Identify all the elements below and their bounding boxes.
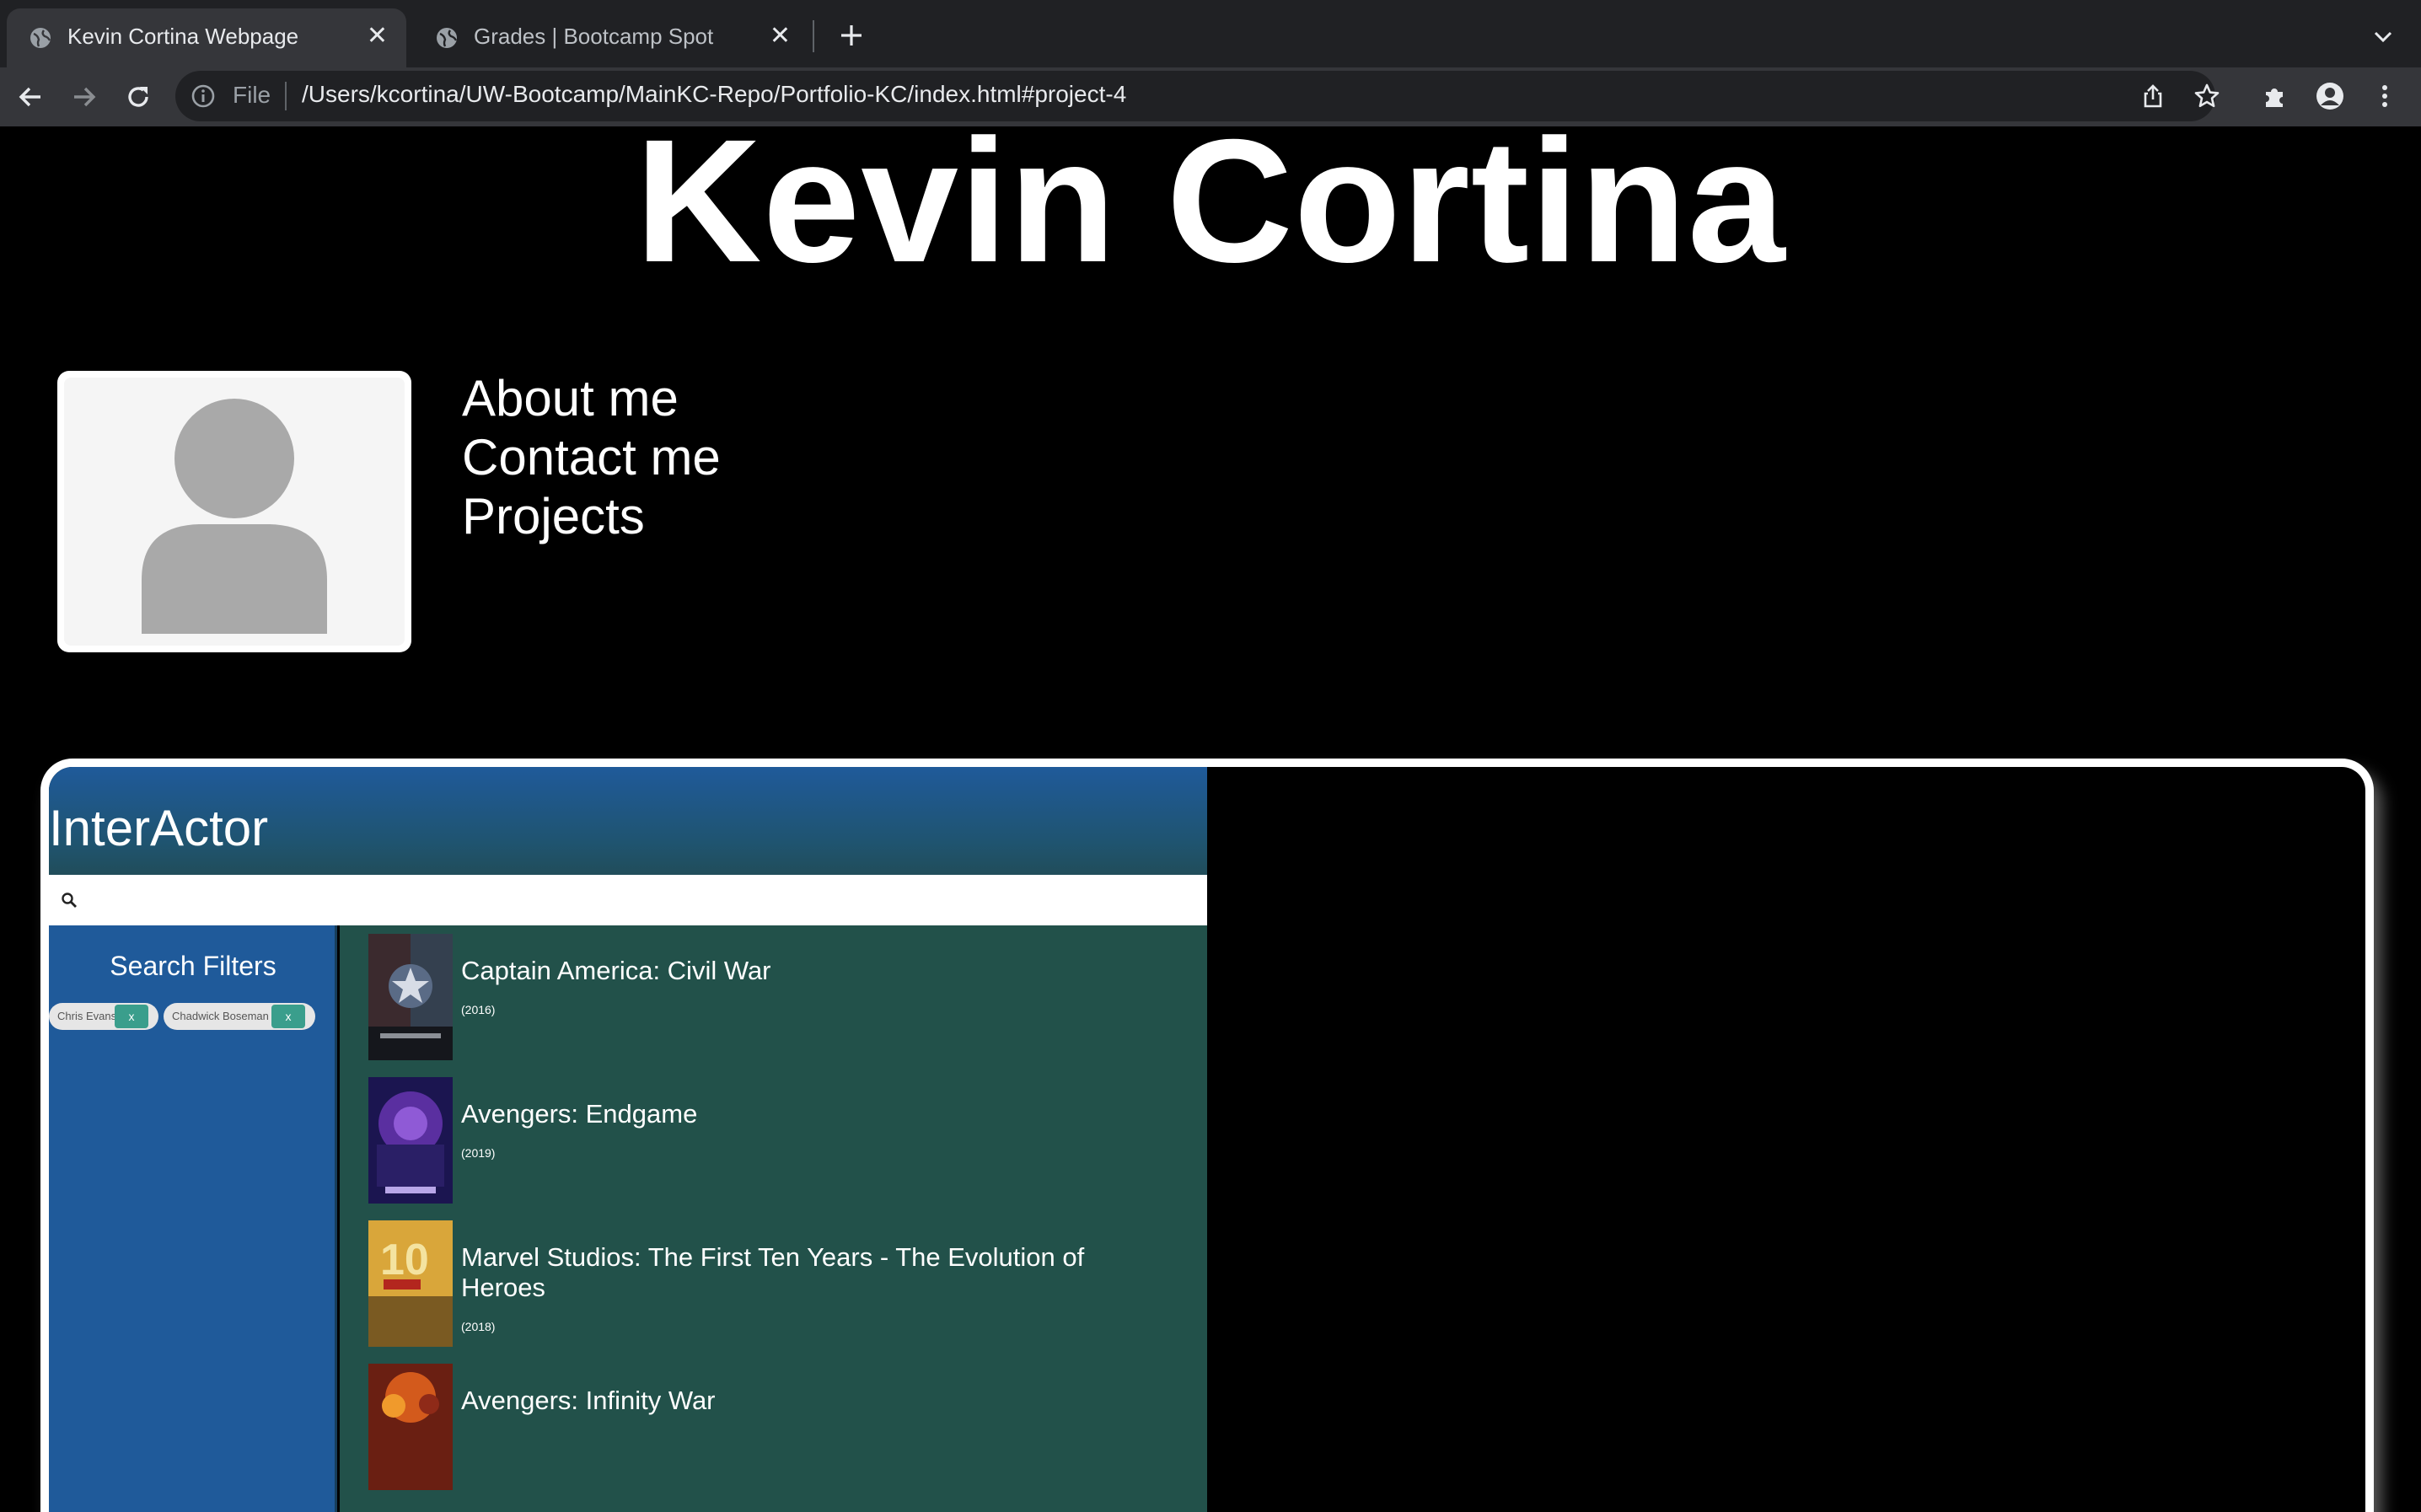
- tab-bar: Kevin Cortina Webpage ✕ Grades | Bootcam…: [0, 0, 2421, 67]
- page-title: Kevin Cortina: [635, 126, 1786, 299]
- tab-grades[interactable]: Grades | Bootcamp Spot ✕: [413, 8, 809, 67]
- app-header: InterActor: [49, 767, 1207, 875]
- url-text[interactable]: /Users/kcortina/UW-Bootcamp/MainKC-Repo/…: [302, 81, 1126, 108]
- result-year: (2019): [461, 1146, 496, 1160]
- star-icon[interactable]: [2193, 83, 2220, 110]
- project-card[interactable]: InterActor Search Filters Chris Evans x: [40, 759, 2374, 1512]
- filters-sidebar: Search Filters Chris Evans x Chadwick Bo…: [49, 925, 337, 1512]
- app-title: InterActor: [49, 800, 269, 856]
- nav-about-me[interactable]: About me: [462, 369, 721, 428]
- chip-label: Chadwick Boseman: [172, 1010, 269, 1022]
- close-icon[interactable]: ✕: [367, 24, 388, 49]
- svg-text:10: 10: [380, 1236, 429, 1284]
- tab-title: Kevin Cortina Webpage: [67, 24, 299, 49]
- tab-separator: [813, 20, 814, 52]
- back-icon[interactable]: [15, 82, 46, 112]
- page-viewport: Kevin Cortina About me Contact me Projec…: [0, 126, 2421, 1512]
- globe-icon: [437, 28, 458, 48]
- nav-contact-me[interactable]: Contact me: [462, 428, 721, 487]
- result-title: Captain America: Civil War: [461, 956, 771, 985]
- tab-kevin-cortina[interactable]: Kevin Cortina Webpage ✕: [7, 8, 406, 67]
- menu-icon[interactable]: [2370, 82, 2399, 110]
- movie-poster: 10: [368, 1220, 453, 1347]
- main-nav: About me Contact me Projects: [462, 369, 721, 546]
- extensions-icon[interactable]: [2261, 82, 2289, 110]
- nav-projects[interactable]: Projects: [462, 487, 721, 546]
- chip-remove-button[interactable]: x: [115, 1005, 148, 1028]
- movie-poster: [368, 1077, 453, 1204]
- info-icon[interactable]: [191, 83, 216, 109]
- result-title: Avengers: Infinity War: [461, 1386, 716, 1415]
- chip-remove-button[interactable]: x: [271, 1005, 305, 1028]
- search-input[interactable]: [49, 875, 1207, 925]
- filter-chip: Chris Evans x: [49, 1003, 158, 1030]
- chip-label: Chris Evans: [57, 1010, 117, 1022]
- avatar: [57, 371, 411, 652]
- movie-poster: [368, 1364, 453, 1490]
- filter-chip: Chadwick Boseman x: [164, 1003, 315, 1030]
- result-year: (2016): [461, 1003, 496, 1016]
- omnibox-separator: [285, 82, 287, 110]
- close-icon[interactable]: ✕: [770, 24, 791, 49]
- tab-search-icon[interactable]: [2370, 24, 2396, 49]
- scheme-label: File: [233, 82, 271, 108]
- globe-icon: [30, 28, 51, 48]
- result-title: Avengers: Endgame: [461, 1099, 698, 1129]
- user-placeholder-icon: [142, 399, 327, 634]
- new-tab-icon[interactable]: [835, 19, 868, 52]
- tab-title: Grades | Bootcamp Spot: [474, 24, 714, 49]
- filters-title: Search Filters: [110, 951, 276, 981]
- interactor-app-screenshot: InterActor Search Filters Chris Evans x: [49, 767, 1207, 1512]
- results-list: Captain America: Civil War (2016) Avenge…: [340, 925, 1207, 1512]
- profile-icon[interactable]: [2316, 82, 2344, 110]
- movie-poster: [368, 934, 453, 1060]
- result-title: Marvel Studios: The First Ten Years - Th…: [461, 1242, 1085, 1302]
- share-icon[interactable]: [2139, 83, 2166, 110]
- result-year: (2018): [461, 1320, 496, 1333]
- search-icon: [62, 893, 77, 908]
- reload-icon[interactable]: [123, 82, 153, 112]
- forward-icon[interactable]: [69, 82, 99, 112]
